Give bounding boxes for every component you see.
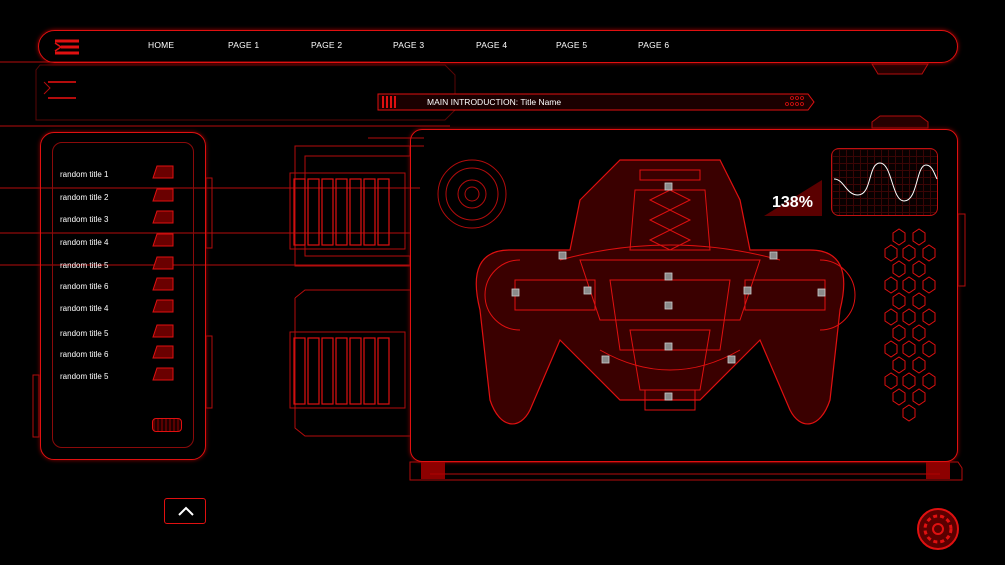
nav-item-page-1[interactable]: PAGE 1 <box>228 40 259 50</box>
list-item[interactable]: random title 5 <box>60 261 108 270</box>
nav-item-page-2[interactable]: PAGE 2 <box>311 40 342 50</box>
nav-item-page-4[interactable]: PAGE 4 <box>476 40 507 50</box>
list-item[interactable]: random title 3 <box>60 215 108 224</box>
intro-title: MAIN INTRODUCTION: Title Name <box>427 97 562 107</box>
wave-graph <box>831 148 938 216</box>
list-item[interactable]: random title 4 <box>60 238 108 247</box>
list-item-tabs <box>152 165 174 381</box>
nav-item-page-6[interactable]: PAGE 6 <box>638 40 669 50</box>
scroll-up-button[interactable] <box>164 498 206 524</box>
list-item[interactable]: random title 5 <box>60 372 108 381</box>
nav-item-page-5[interactable]: PAGE 5 <box>556 40 587 50</box>
chevron-up-icon <box>178 506 194 516</box>
list-item[interactable]: random title 1 <box>60 170 108 179</box>
menu-logo-icon[interactable] <box>53 39 81 55</box>
list-item[interactable]: random title 6 <box>60 350 108 359</box>
wave-line <box>833 162 938 202</box>
percent-value: 138% <box>772 194 813 211</box>
nav-item-home[interactable]: HOME <box>148 40 174 50</box>
list-item[interactable]: random title 2 <box>60 193 108 202</box>
nav-item-page-3[interactable]: PAGE 3 <box>393 40 424 50</box>
list-scroll-indicator[interactable] <box>152 418 182 432</box>
list-item[interactable]: random title 6 <box>60 282 108 291</box>
gear-icon[interactable] <box>916 507 960 551</box>
list-item[interactable]: random title 4 <box>60 304 108 313</box>
list-item[interactable]: random title 5 <box>60 329 108 338</box>
